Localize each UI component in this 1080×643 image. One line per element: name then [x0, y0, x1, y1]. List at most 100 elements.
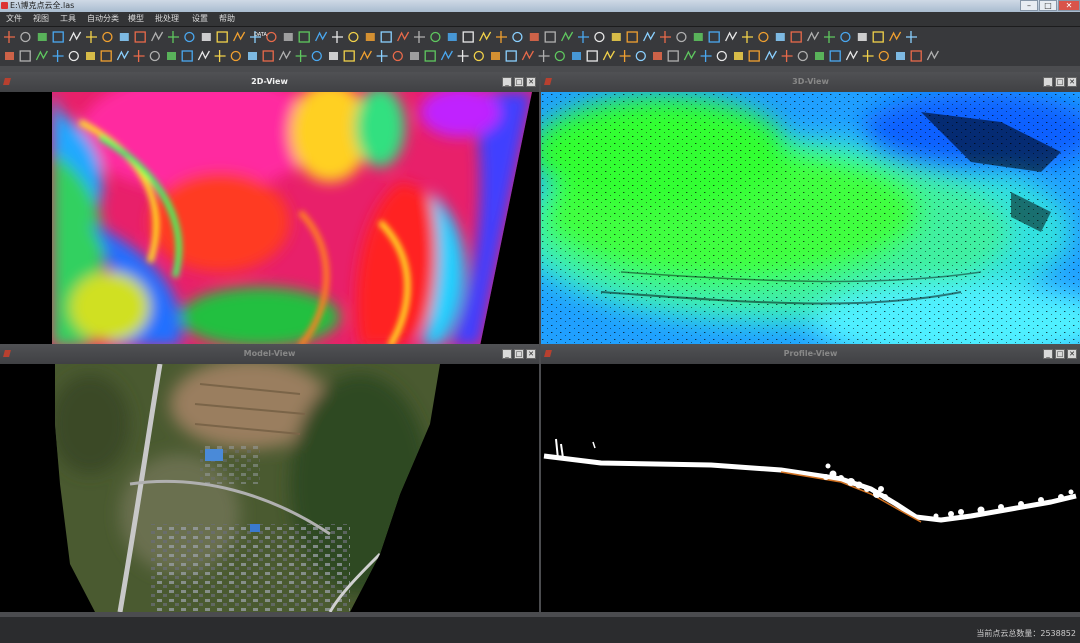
toolbar-tool-icon[interactable]	[168, 31, 179, 43]
toolbar-tool-icon[interactable]	[906, 31, 917, 43]
toolbar-tool-icon[interactable]	[572, 52, 581, 60]
toolbar-tool-icon[interactable]	[102, 31, 113, 43]
toolbar-tool-icon[interactable]	[4, 31, 15, 43]
menu-file[interactable]: 文件	[6, 12, 22, 26]
toolbar-tool-icon[interactable]	[840, 31, 851, 43]
toolbar-tool-icon[interactable]	[430, 31, 441, 43]
toolbar-tool-icon[interactable]	[775, 33, 785, 41]
toolbar-tool-icon[interactable]	[521, 50, 534, 61]
panel-minimize-button[interactable]: _	[1043, 77, 1053, 87]
menu-auto-classify[interactable]: 自动分类	[87, 12, 119, 26]
toolbar-tool-icon[interactable]	[725, 31, 738, 42]
toolbar-tool-icon[interactable]	[676, 31, 687, 43]
toolbar-tool-icon[interactable]	[781, 50, 793, 62]
toolbar-tool-icon[interactable]	[491, 52, 500, 60]
menu-help[interactable]: 帮助	[219, 12, 235, 26]
toolbar-tool-icon[interactable]	[529, 33, 539, 41]
toolbar-tool-icon[interactable]	[643, 31, 656, 42]
toolbar-tool-icon[interactable]	[748, 50, 760, 62]
toolbar-tool-icon[interactable]	[538, 50, 550, 62]
panel-close-button[interactable]: ✕	[1067, 77, 1077, 87]
toolbar-tool-icon[interactable]	[626, 31, 638, 43]
toolbar-tool-icon[interactable]	[611, 33, 621, 41]
toolbar-tool-icon[interactable]	[578, 31, 589, 43]
toolbar-tool-icon[interactable]	[392, 50, 403, 62]
toolbar-tool-icon[interactable]	[414, 31, 425, 43]
toolbar-tool-icon[interactable]	[397, 31, 410, 42]
toolbar-tool-icon[interactable]	[133, 50, 145, 62]
toolbar-tool-icon[interactable]	[764, 50, 777, 61]
toolbar-tool-icon[interactable]	[230, 50, 241, 62]
toolbar-tool-icon[interactable]	[602, 50, 615, 61]
panel-close-button[interactable]: ✕	[526, 77, 536, 87]
toolbar-tool-icon[interactable]	[52, 50, 64, 62]
toolbar-tool-icon[interactable]	[184, 31, 195, 43]
panel-minimize-button[interactable]: _	[1043, 349, 1053, 359]
panel-maximize-button[interactable]: □	[1055, 77, 1065, 87]
toolbar-tool-icon[interactable]	[424, 50, 436, 62]
toolbar-tool-icon[interactable]	[134, 31, 146, 43]
toolbar-tool-icon[interactable]	[52, 31, 64, 43]
toolbar-tool-icon[interactable]	[214, 50, 226, 62]
toolbar-tool-icon[interactable]	[512, 31, 523, 43]
toolbar-tool-icon[interactable]	[829, 50, 841, 62]
toolbar-tool-icon[interactable]	[790, 31, 802, 43]
toolbar-tool-icon[interactable]	[35, 50, 48, 61]
toolbar-tool-icon[interactable]	[926, 50, 939, 61]
toolbar-tool-icon[interactable]	[380, 31, 392, 43]
toolbar-tool-icon[interactable]	[544, 31, 556, 43]
menu-view[interactable]: 视图	[33, 12, 49, 26]
toolbar-tool-icon[interactable]	[479, 31, 492, 42]
toolbar-tool-icon[interactable]	[116, 50, 129, 61]
toolbar-tool-icon[interactable]	[653, 52, 662, 60]
profile-view-canvas[interactable]	[541, 364, 1080, 612]
toolbar-tool-icon[interactable]	[554, 50, 565, 62]
toolbar-tool-icon[interactable]	[298, 31, 310, 43]
profile-view-panel[interactable]: Profile-View _ □ ✕	[541, 344, 1080, 612]
menu-batch[interactable]: 批处理	[155, 12, 179, 26]
toolbar-tool-icon[interactable]	[332, 31, 343, 43]
toolbar-tool-icon[interactable]	[619, 50, 631, 62]
toolbar-row-1-icons[interactable]: DATA	[0, 27, 1080, 47]
toolbar-tool-icon[interactable]	[462, 31, 474, 43]
toolbar-tool-icon[interactable]	[86, 31, 97, 43]
toolbar-tool-icon[interactable]	[889, 31, 902, 42]
toolbar-tool-icon[interactable]	[20, 31, 31, 43]
toolbar-tool-icon[interactable]	[440, 50, 453, 61]
toolbar-tool-icon[interactable]	[69, 31, 82, 42]
toolbar-tool-icon[interactable]	[896, 52, 905, 60]
toolbar-tool-icon[interactable]	[910, 50, 922, 62]
toolbar-tool-icon[interactable]	[343, 50, 355, 62]
toolbar-tool-icon[interactable]	[233, 31, 246, 42]
toolbar-tool-icon[interactable]	[824, 31, 835, 43]
toolbar-tool-icon[interactable]	[311, 50, 322, 62]
toolbar-tool-icon[interactable]	[262, 50, 274, 62]
toolbar-tool-icon[interactable]	[561, 31, 574, 42]
toolbar-tool-icon[interactable]	[5, 52, 14, 60]
view-3d-canvas[interactable]	[541, 92, 1080, 346]
toolbar-tool-icon[interactable]	[410, 52, 419, 60]
panel-maximize-button[interactable]: □	[514, 77, 524, 87]
toolbar-tool-icon[interactable]	[359, 50, 372, 61]
panel-maximize-button[interactable]: □	[514, 349, 524, 359]
toolbar-tool-icon[interactable]	[167, 52, 176, 60]
view-2d-panel[interactable]: 2D-View _ □ ✕	[0, 72, 539, 346]
toolbar-tool-icon[interactable]	[100, 50, 112, 62]
toolbar-tool-icon[interactable]	[119, 33, 129, 41]
toolbar-tool-icon[interactable]	[283, 33, 293, 41]
toolbar-tool-icon[interactable]	[797, 50, 808, 62]
view-2d-canvas[interactable]	[0, 92, 539, 346]
toolbar-tool-icon[interactable]	[496, 31, 507, 43]
view-3d-panel[interactable]: 3D-View _ □ ✕	[541, 72, 1080, 346]
toolbar-tool-icon[interactable]	[667, 50, 679, 62]
toolbar-tool-icon[interactable]	[857, 33, 867, 41]
menu-model[interactable]: 模型	[128, 12, 144, 26]
toolbar-tool-icon[interactable]	[635, 50, 646, 62]
menu-settings[interactable]: 设置	[192, 12, 208, 26]
panel-close-button[interactable]: ✕	[1067, 349, 1077, 359]
toolbar-row-2-icons[interactable]	[0, 46, 1080, 66]
window-close-button[interactable]: ✕	[1058, 0, 1080, 11]
toolbar-tool-icon[interactable]	[734, 52, 743, 60]
toolbar-tool-icon[interactable]	[348, 31, 359, 43]
toolbar-tool-icon[interactable]	[68, 50, 79, 62]
